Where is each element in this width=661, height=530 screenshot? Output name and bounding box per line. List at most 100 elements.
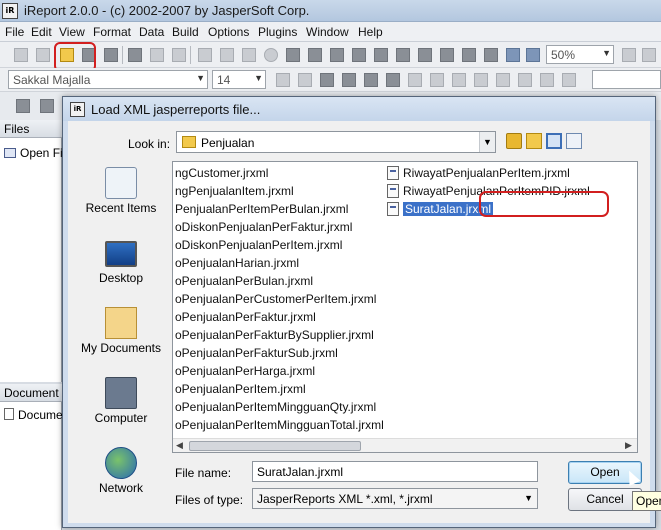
- menu-format[interactable]: Format: [93, 25, 131, 39]
- file-item[interactable]: oPenjualanPerHarga.jrxml: [175, 362, 315, 380]
- copy-icon[interactable]: [150, 48, 164, 62]
- file-item[interactable]: oPenjualanPerFakturBySupplier.jrxml: [175, 326, 374, 344]
- text-tool-icon[interactable]: [308, 48, 322, 62]
- look-in-label: Look in:: [128, 137, 171, 151]
- list-view-icon[interactable]: [546, 133, 562, 149]
- place-network[interactable]: Network: [74, 441, 168, 511]
- align-bottom-icon[interactable]: [540, 73, 554, 87]
- border-icon[interactable]: [562, 73, 576, 87]
- menu-help[interactable]: Help: [358, 25, 383, 39]
- file-item-selected[interactable]: SuratJalan.jrxml: [387, 200, 494, 218]
- place-label: Computer: [94, 411, 148, 425]
- run-datasource-icon[interactable]: [506, 48, 520, 62]
- place-my-documents[interactable]: My Documents: [74, 301, 168, 371]
- place-recent-items[interactable]: Recent Items: [74, 161, 168, 231]
- scrollbar-thumb[interactable]: [189, 441, 361, 451]
- menu-plugins[interactable]: Plugins: [258, 25, 297, 39]
- file-item[interactable]: oPenjualanPerItemMingguanQty.jrxml: [175, 398, 376, 416]
- files-panel-title: Files: [0, 120, 62, 138]
- chart-tool-icon[interactable]: [396, 48, 410, 62]
- file-item[interactable]: oPenjualanPerFakturSub.jrxml: [175, 344, 338, 362]
- menu-data[interactable]: Data: [139, 25, 164, 39]
- barcode-tool-icon[interactable]: [418, 48, 432, 62]
- up-one-level-icon[interactable]: [506, 133, 522, 149]
- jrxml-file-icon: [387, 202, 399, 216]
- compile-icon[interactable]: [462, 48, 476, 62]
- file-item[interactable]: oPenjualanPerItemMingguanTotal.jrxml: [175, 416, 384, 434]
- scroll-left-icon[interactable]: ◀: [176, 440, 183, 451]
- ellipse-tool-icon[interactable]: [264, 48, 278, 62]
- run-icon[interactable]: [484, 48, 498, 62]
- font-shrink-icon[interactable]: [298, 73, 312, 87]
- align-center-icon[interactable]: [430, 73, 444, 87]
- strikethrough-icon[interactable]: [386, 73, 400, 87]
- pointer-icon[interactable]: [198, 48, 212, 62]
- menu-window[interactable]: Window: [306, 25, 349, 39]
- align-justify-icon[interactable]: [474, 73, 488, 87]
- align-right-edges-icon[interactable]: [40, 99, 54, 113]
- align-left-icon[interactable]: [408, 73, 422, 87]
- font-grow-icon[interactable]: [276, 73, 290, 87]
- cut-icon[interactable]: [128, 48, 142, 62]
- chevron-down-icon: ▼: [254, 73, 263, 83]
- look-in-combo[interactable]: Penjualan ▼: [176, 131, 496, 153]
- zoom-combo[interactable]: 50% ▼: [546, 45, 614, 64]
- frame-tool-icon[interactable]: [440, 48, 454, 62]
- rectangle-tool-icon[interactable]: [242, 48, 256, 62]
- place-label: Recent Items: [85, 201, 157, 215]
- font-name-combo[interactable]: Sakkal Majalla ▼: [8, 70, 208, 89]
- align-right-icon[interactable]: [452, 73, 466, 87]
- field-tool-icon[interactable]: [330, 48, 344, 62]
- paste-icon[interactable]: [172, 48, 186, 62]
- menu-view[interactable]: View: [59, 25, 85, 39]
- menu-edit[interactable]: Edit: [31, 25, 52, 39]
- file-item[interactable]: RiwayatPenjualanPerItem.jrxml: [387, 164, 570, 182]
- place-label: Network: [98, 481, 143, 495]
- file-item[interactable]: oPenjualanPerItem.jrxml: [175, 380, 306, 398]
- place-computer[interactable]: Computer: [74, 371, 168, 441]
- bold-icon[interactable]: [320, 73, 334, 87]
- files-of-type-combo[interactable]: JasperReports XML *.xml, *.jrxml ▼: [252, 488, 538, 509]
- wizard-icon[interactable]: [36, 48, 50, 62]
- scroll-right-icon[interactable]: ▶: [625, 440, 632, 451]
- chevron-down-icon: ▼: [196, 73, 205, 83]
- file-list[interactable]: ngCustomer.jrxml ngPenjualanItem.jrxml P…: [172, 161, 638, 453]
- menu-build[interactable]: Build: [172, 25, 199, 39]
- align-left-edges-icon[interactable]: [16, 99, 30, 113]
- look-in-value: Penjualan: [201, 136, 255, 150]
- image-tool-icon[interactable]: [286, 48, 300, 62]
- align-middle-icon[interactable]: [518, 73, 532, 87]
- menu-options[interactable]: Options: [208, 25, 249, 39]
- file-item[interactable]: oPenjualanPerCustomerPerItem.jrxml: [175, 290, 376, 308]
- preview-icon[interactable]: [526, 48, 540, 62]
- crosstab-tool-icon[interactable]: [374, 48, 388, 62]
- underline-icon[interactable]: [364, 73, 378, 87]
- file-item[interactable]: oPenjualanPerBulan.jrxml: [175, 272, 313, 290]
- new-file-icon[interactable]: [14, 48, 28, 62]
- files-of-type-label: Files of type:: [175, 493, 244, 507]
- file-item[interactable]: oPenjualanPerFaktur.jrxml: [175, 308, 316, 326]
- style-combo[interactable]: [592, 70, 661, 89]
- cancel-button[interactable]: Cancel: [568, 488, 642, 511]
- line-tool-icon[interactable]: [220, 48, 234, 62]
- font-size-combo[interactable]: 14 ▼: [212, 70, 266, 89]
- place-desktop[interactable]: Desktop: [74, 231, 168, 301]
- menu-file[interactable]: File: [5, 25, 24, 39]
- italic-icon[interactable]: [342, 73, 356, 87]
- file-item[interactable]: oDiskonPenjualanPerItem.jrxml: [175, 236, 342, 254]
- new-folder-icon[interactable]: [526, 133, 542, 149]
- file-item[interactable]: ngPenjualanItem.jrxml: [175, 182, 294, 200]
- file-item[interactable]: PenjualanPerItemPerBulan.jrxml: [175, 200, 348, 218]
- horizontal-scrollbar[interactable]: ◀ ▶: [173, 438, 637, 452]
- file-item[interactable]: oDiskonPenjualanPerFaktur.jrxml: [175, 218, 352, 236]
- align-top-icon[interactable]: [496, 73, 510, 87]
- file-name-input[interactable]: [252, 461, 538, 482]
- details-view-icon[interactable]: [566, 133, 582, 149]
- file-item[interactable]: ngCustomer.jrxml: [175, 164, 268, 182]
- save-all-icon[interactable]: [104, 48, 118, 62]
- zoom-out-icon[interactable]: [642, 48, 656, 62]
- file-item[interactable]: oPenjualanHarian.jrxml: [175, 254, 299, 272]
- zoom-in-icon[interactable]: [622, 48, 636, 62]
- open-tooltip: Open: [632, 491, 661, 511]
- subreport-tool-icon[interactable]: [352, 48, 366, 62]
